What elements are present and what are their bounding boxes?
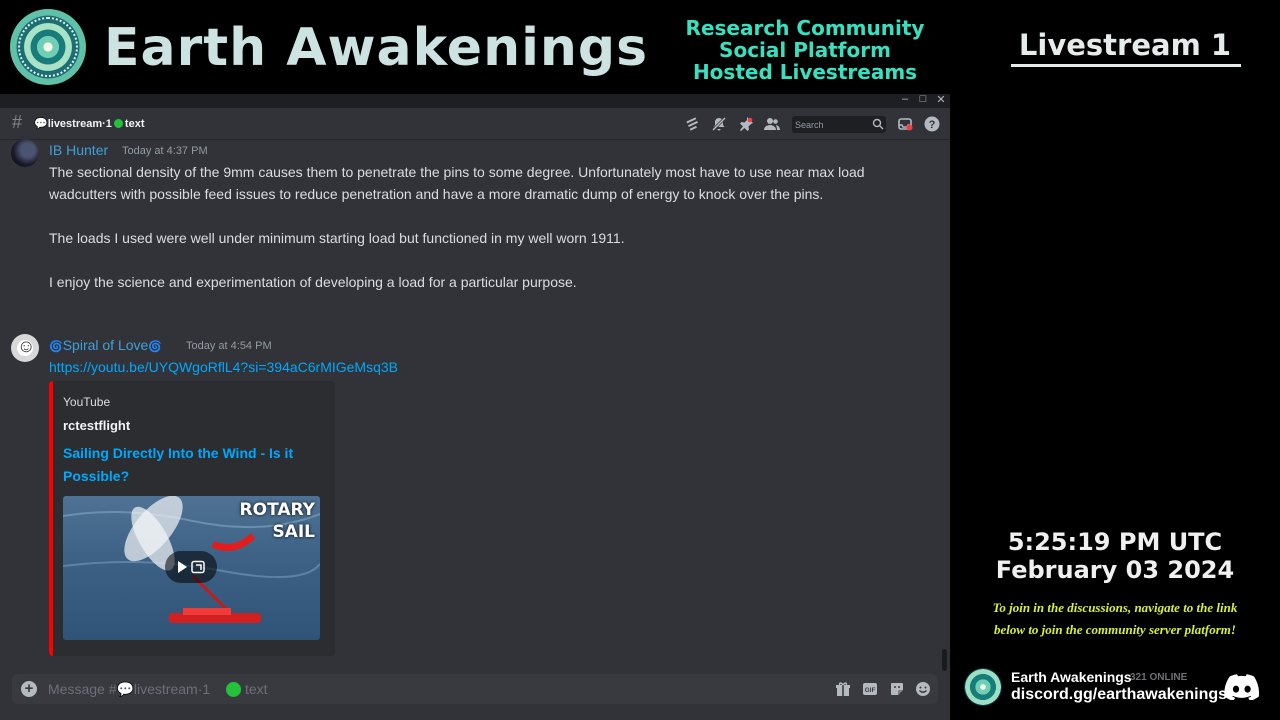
- avatar[interactable]: [11, 334, 39, 362]
- message-input[interactable]: [48, 680, 808, 698]
- maximize-button[interactable]: □: [916, 93, 930, 105]
- livestream-title-underline: [1011, 64, 1241, 67]
- green-circle-icon: [226, 682, 241, 697]
- discord-logo-icon: [1224, 674, 1260, 700]
- emoji-icon[interactable]: [915, 681, 931, 697]
- message-paragraph: I enjoy the science and experimentation …: [49, 274, 577, 290]
- play-button[interactable]: [165, 551, 217, 583]
- placeholder-suffix: text: [245, 681, 268, 697]
- livestream-title: Livestream 1: [1018, 28, 1232, 62]
- embed-provider: YouTube: [63, 395, 111, 409]
- message-author[interactable]: IB Hunter: [49, 142, 108, 158]
- speech-bubble-icon: 💬: [34, 118, 48, 130]
- gift-icon[interactable]: [835, 681, 851, 697]
- tagline-line: Social Platform: [719, 38, 891, 62]
- message-timestamp: Today at 4:54 PM: [186, 340, 272, 352]
- channel-name-text: livestream·1: [47, 118, 112, 130]
- tagline-line: Research Community: [685, 16, 925, 40]
- play-icon: [178, 560, 205, 574]
- clock-date: February 03 2024: [995, 556, 1235, 584]
- youtube-link[interactable]: https://youtu.be/UYQWgoRflL4?si=394aC6rM…: [49, 359, 398, 375]
- threads-icon[interactable]: [685, 116, 701, 132]
- help-icon[interactable]: ?: [924, 116, 940, 132]
- clock-time: 5:25:19 PM UTC: [1007, 528, 1223, 556]
- spiral-emoji-icon: 🌀: [148, 341, 163, 353]
- window-titlebar: – □ ✕: [0, 93, 950, 108]
- inbox-icon[interactable]: [897, 116, 913, 132]
- tagline: Research Community Social Platform Hoste…: [660, 17, 950, 83]
- invite-url[interactable]: discord.gg/earthawakenings: [1011, 686, 1227, 704]
- tagline-line: Hosted Livestreams: [692, 60, 918, 84]
- embed-title[interactable]: Sailing Directly Into the Wind - Is it P…: [63, 442, 323, 488]
- earth-awakenings-logo: [10, 9, 86, 85]
- server-icon: [964, 668, 1002, 706]
- stream-clock: 5:25:19 PM UTC February 03 2024: [950, 528, 1280, 584]
- channel-name-suffix: text: [124, 118, 145, 130]
- message-author-name: Spiral of Love: [62, 337, 149, 353]
- join-line: To join in the discussions, navigate to …: [992, 600, 1238, 615]
- minimize-button[interactable]: –: [898, 93, 912, 105]
- message-timestamp: Today at 4:37 PM: [122, 145, 208, 157]
- channel-hash-icon: #: [12, 112, 23, 132]
- mute-icon[interactable]: [711, 116, 727, 132]
- video-thumbnail[interactable]: ROTARY SAIL: [63, 496, 320, 640]
- channel-header: # 💬livestream·1 text Search ?: [0, 108, 950, 140]
- server-name: Earth Awakenings: [1011, 669, 1132, 685]
- close-button[interactable]: ✕: [934, 93, 948, 106]
- thumbnail-text-line: SAIL: [272, 522, 315, 542]
- search-icon: [872, 118, 884, 130]
- message-paragraph: The loads I used were well under minimum…: [49, 230, 625, 246]
- thumbnail-text-line: ROTARY: [239, 500, 315, 520]
- add-attachment-button[interactable]: +: [21, 681, 37, 697]
- stream-side-panel: Livestream 1 5:25:19 PM UTC February 03 …: [950, 0, 1280, 720]
- server-invite[interactable]: Earth Awakenings 321 ONLINE discord.gg/e…: [964, 666, 1276, 710]
- sticker-icon[interactable]: [889, 681, 905, 697]
- svg-text:GIF: GIF: [865, 687, 876, 694]
- members-icon[interactable]: [764, 116, 780, 132]
- pin-icon[interactable]: [738, 116, 754, 132]
- search-box[interactable]: [792, 116, 886, 133]
- online-count: 321 ONLINE: [1130, 672, 1188, 683]
- embed-author[interactable]: rctestflight: [63, 418, 130, 433]
- discord-window: – □ ✕ # 💬livestream·1 text Search ? IB H…: [0, 93, 950, 720]
- avatar[interactable]: [11, 139, 39, 167]
- thumbnail-text: ROTARY SAIL: [240, 499, 315, 543]
- spiral-emoji-icon: 🌀: [49, 341, 63, 353]
- message-paragraph: The sectional density of the 9mm causes …: [49, 164, 865, 202]
- search-input[interactable]: [795, 118, 869, 131]
- message-content: The sectional density of the 9mm causes …: [49, 161, 929, 293]
- svg-text:?: ?: [929, 119, 936, 131]
- brand-title: Earth Awakenings: [104, 18, 649, 78]
- chat-scrollbar[interactable]: [942, 649, 947, 671]
- join-instructions: To join in the discussions, navigate to …: [958, 597, 1272, 641]
- join-line: below to join the community server platf…: [994, 622, 1236, 637]
- channel-name: 💬livestream·1 text: [34, 117, 144, 130]
- stream-banner: Earth Awakenings Research Community Soci…: [0, 0, 950, 94]
- message-author[interactable]: 🌀Spiral of Love🌀: [49, 337, 162, 353]
- green-circle-icon: [113, 119, 123, 128]
- link-embed: YouTube rctestflight Sailing Directly In…: [49, 381, 335, 656]
- gif-icon[interactable]: GIF: [862, 681, 878, 697]
- message-composer: + text GIF: [12, 674, 938, 704]
